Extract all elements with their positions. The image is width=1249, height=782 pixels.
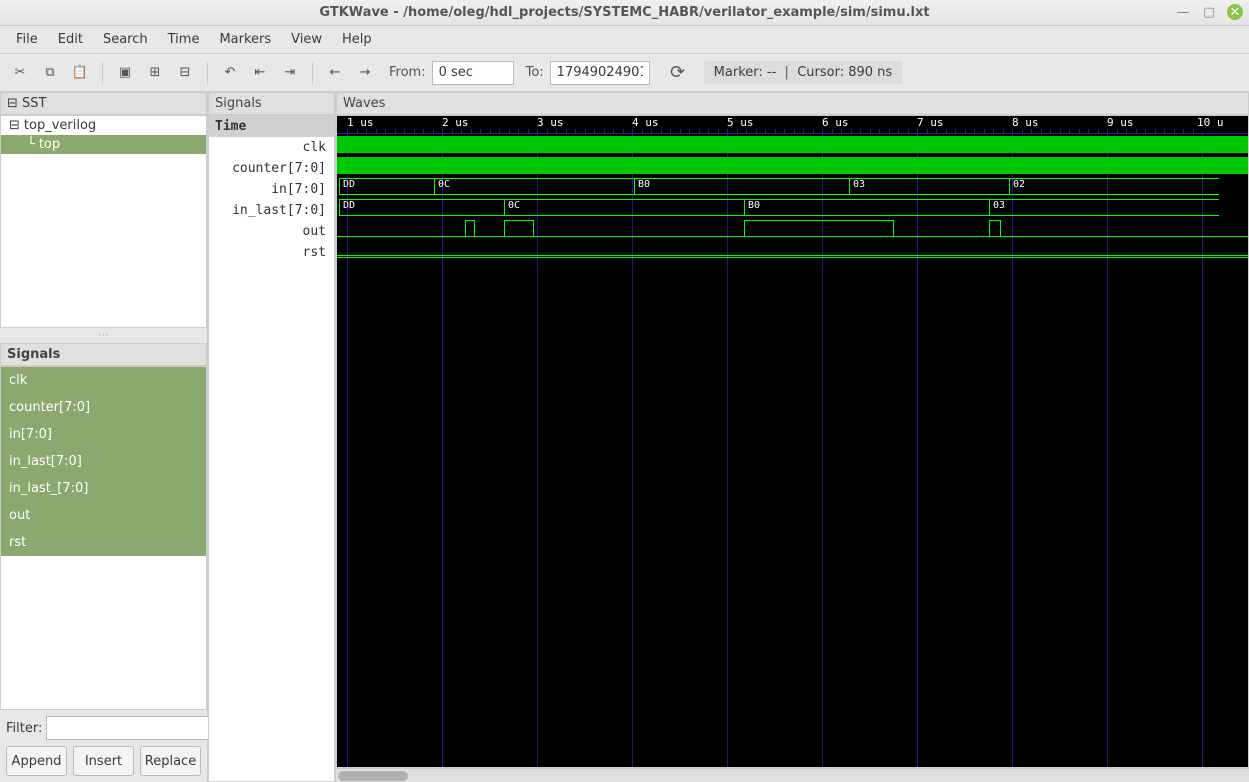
- first-icon[interactable]: ⇤: [248, 61, 272, 85]
- minimize-icon[interactable]: —: [1175, 4, 1191, 20]
- window-title: GTKWave - /home/oleg/hdl_projects/SYSTEM…: [319, 5, 929, 20]
- time-tick: 9 us: [1107, 116, 1134, 129]
- time-tick: 7 us: [917, 116, 944, 129]
- waves-header: Waves: [336, 92, 1249, 115]
- sst-header: ⊟ SST: [0, 92, 207, 115]
- signal-item[interactable]: in[7:0]: [1, 421, 206, 448]
- wave-in: DD0CB00302: [337, 176, 1248, 197]
- signals-header: Signals: [0, 343, 207, 366]
- wave-signal-name[interactable]: in[7:0]: [209, 179, 334, 200]
- filter-label: Filter:: [6, 721, 42, 736]
- copy-icon[interactable]: ⧉: [38, 61, 62, 85]
- zoom-fit-icon[interactable]: ▣: [113, 61, 137, 85]
- splitter-handle[interactable]: ⋯: [0, 328, 207, 343]
- menu-edit[interactable]: Edit: [48, 28, 93, 51]
- time-tick: 4 us: [632, 116, 659, 129]
- paste-icon[interactable]: 📋: [68, 61, 92, 85]
- tree-node-top_verilog[interactable]: ⊟top_verilog: [1, 116, 206, 135]
- signal-item[interactable]: in_last[7:0]: [1, 448, 206, 475]
- signal-item[interactable]: counter[7:0]: [1, 394, 206, 421]
- time-tick: 8 us: [1012, 116, 1039, 129]
- menubar: FileEditSearchTimeMarkersViewHelp: [0, 26, 1249, 54]
- maximize-icon[interactable]: ▢: [1201, 4, 1217, 20]
- time-tick: 1 us: [347, 116, 374, 129]
- zoom-in-icon[interactable]: ⊞: [143, 61, 167, 85]
- insert-button[interactable]: Insert: [73, 746, 134, 776]
- wave-clk: [337, 134, 1248, 155]
- menu-markers[interactable]: Markers: [209, 28, 281, 51]
- to-input[interactable]: [550, 61, 650, 85]
- close-icon[interactable]: ✕: [1227, 4, 1243, 20]
- signals-list[interactable]: clkcounter[7:0]in[7:0]in_last[7:0]in_las…: [0, 366, 207, 710]
- time-tick: 10 u: [1197, 116, 1224, 129]
- undo-icon[interactable]: ↶: [218, 61, 242, 85]
- signal-item[interactable]: rst: [1, 529, 206, 556]
- horizontal-scrollbar[interactable]: [336, 768, 1249, 782]
- signal-item[interactable]: clk: [1, 367, 206, 394]
- replace-button[interactable]: Replace: [140, 746, 201, 776]
- wave-signal-name[interactable]: rst: [209, 242, 334, 263]
- wave-counter: [337, 155, 1248, 176]
- signal-names-header: Signals: [208, 92, 335, 115]
- wave-signal-name[interactable]: in_last[7:0]: [209, 200, 334, 221]
- time-tick: 3 us: [537, 116, 564, 129]
- marker-cursor-status: Marker: -- | Cursor: 890 ns: [704, 61, 903, 84]
- wave-rst: [337, 239, 1248, 260]
- from-label: From:: [389, 65, 426, 80]
- wave-signal-name[interactable]: clk: [209, 137, 334, 158]
- wave-signal-name[interactable]: counter[7:0]: [209, 158, 334, 179]
- filter-input[interactable]: [46, 716, 230, 740]
- signal-item[interactable]: in_last_[7:0]: [1, 475, 206, 502]
- prev-icon[interactable]: ←: [323, 61, 347, 85]
- to-label: To:: [526, 65, 544, 80]
- next-icon[interactable]: →: [353, 61, 377, 85]
- time-tick: 2 us: [442, 116, 469, 129]
- menu-view[interactable]: View: [281, 28, 332, 51]
- last-icon[interactable]: ⇥: [278, 61, 302, 85]
- signal-names[interactable]: Timeclkcounter[7:0]in[7:0]in_last[7:0]ou…: [208, 115, 335, 782]
- cut-icon[interactable]: ✂: [8, 61, 32, 85]
- titlebar: GTKWave - /home/oleg/hdl_projects/SYSTEM…: [0, 0, 1249, 26]
- tree-node-top[interactable]: └top: [1, 135, 206, 154]
- time-header: Time: [209, 116, 334, 137]
- wave-area[interactable]: 1 us 2 us 3 us 4 us 5 us 6 us 7 us 8 us 9 us 10 u…: [336, 115, 1249, 768]
- from-input[interactable]: [432, 61, 514, 85]
- time-tick: 5 us: [727, 116, 754, 129]
- wave-in-last: DD0CB003: [337, 197, 1248, 218]
- menu-help[interactable]: Help: [332, 28, 382, 51]
- sst-tree[interactable]: ⊟top_verilog└top: [0, 115, 207, 328]
- menu-time[interactable]: Time: [158, 28, 210, 51]
- time-tick: 6 us: [822, 116, 849, 129]
- wave-out: [337, 218, 1248, 239]
- signal-item[interactable]: out: [1, 502, 206, 529]
- menu-file[interactable]: File: [6, 28, 48, 51]
- wave-signal-name[interactable]: out: [209, 221, 334, 242]
- zoom-out-icon[interactable]: ⊟: [173, 61, 197, 85]
- reload-icon[interactable]: ⟳: [666, 61, 690, 85]
- menu-search[interactable]: Search: [93, 28, 158, 51]
- toolbar: ✂ ⧉ 📋 ▣ ⊞ ⊟ ↶ ⇤ ⇥ ← → From: To: ⟳ Marker…: [0, 54, 1249, 92]
- append-button[interactable]: Append: [6, 746, 67, 776]
